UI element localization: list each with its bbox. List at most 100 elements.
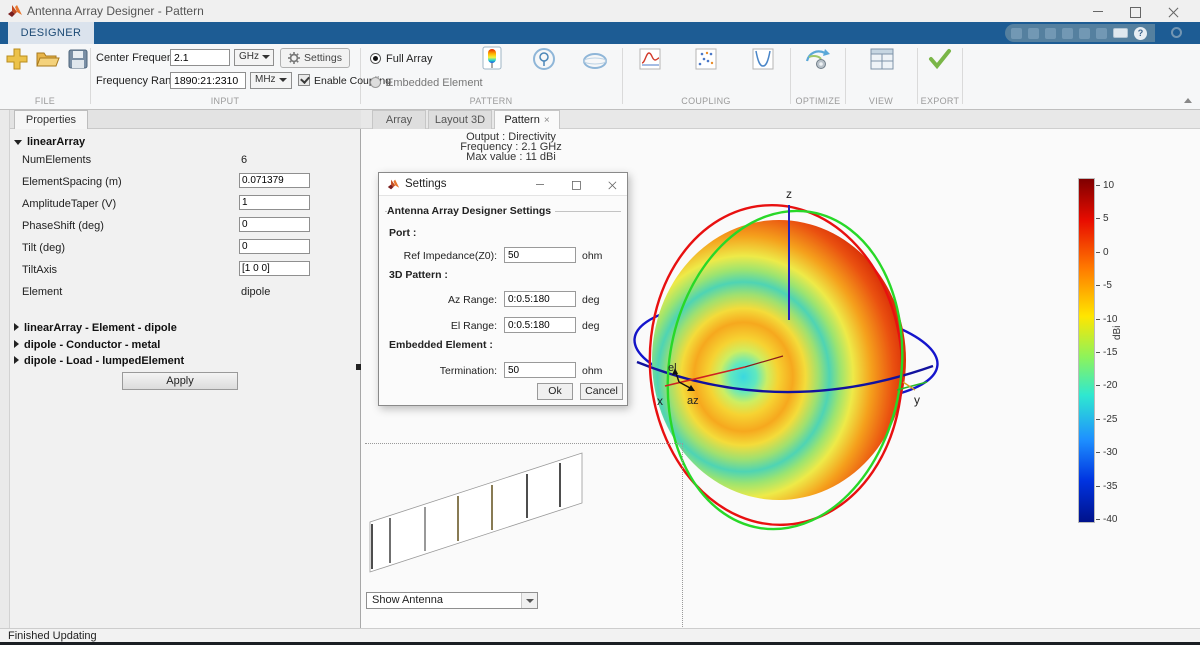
optimize-section-label: OPTIMIZE — [792, 96, 844, 106]
copy-icon[interactable] — [1045, 28, 1056, 39]
s-parameter-icon[interactable] — [752, 48, 774, 70]
full-array-radio[interactable] — [370, 53, 381, 64]
az-axis-label: az — [687, 395, 699, 407]
tilt-input[interactable] — [239, 239, 310, 254]
pattern-section-label: PATTERN — [426, 96, 556, 106]
embedded-element-radio[interactable] — [370, 77, 381, 88]
optimize-icon[interactable] — [805, 47, 831, 71]
az-range-input[interactable] — [504, 291, 576, 307]
property-label: Tilt (deg) — [22, 242, 65, 254]
load-lumpedelement-group-header[interactable]: dipole - Load - lumpedElement — [14, 355, 184, 367]
dialog-titlebar[interactable]: Settings — [379, 173, 627, 196]
export-icon[interactable] — [928, 48, 952, 70]
colorbar-tick: 10 — [1103, 180, 1114, 191]
antenna-array-preview[interactable] — [366, 448, 596, 583]
colorbar-tick: -35 — [1103, 481, 1117, 492]
property-value: dipole — [241, 286, 270, 298]
ref-impedance-label: Ref Impedance(Z0): — [385, 250, 497, 262]
conductor-metal-group-header[interactable]: dipole - Conductor - metal — [14, 339, 160, 351]
minimize-button[interactable] — [1081, 0, 1115, 22]
collapse-right-icon — [14, 356, 19, 364]
cut-icon[interactable] — [1028, 28, 1039, 39]
open-icon[interactable] — [36, 49, 60, 69]
dialog-maximize-button[interactable] — [563, 176, 589, 193]
el-range-input[interactable] — [504, 317, 576, 333]
matlab-logo-icon — [7, 3, 23, 19]
undo-icon[interactable] — [1079, 28, 1090, 39]
settings-button[interactable]: Settings — [280, 48, 350, 68]
colorbar-unit-label: dBi — [1112, 326, 1123, 340]
tab-array[interactable]: Array — [372, 110, 426, 129]
az-pattern-icon[interactable] — [531, 47, 557, 72]
coupling-section-label: COUPLING — [646, 96, 766, 106]
cancel-button[interactable]: Cancel — [580, 383, 623, 400]
status-bar: Finished Updating — [0, 628, 1200, 642]
radiation-pattern-3d-plot[interactable]: z el az x y — [615, 168, 965, 543]
center-frequency-input[interactable] — [170, 49, 230, 66]
pattern-output-info: Output : Directivity Frequency : 2.1 GHz… — [381, 132, 641, 162]
el-pattern-icon[interactable] — [581, 52, 609, 70]
element-dipole-group-header[interactable]: linearArray - Element - dipole — [14, 322, 177, 334]
save-icon[interactable] — [68, 49, 88, 69]
close-tab-icon[interactable] — [544, 112, 550, 130]
el-axis-label: el — [668, 362, 677, 374]
tab-pattern[interactable]: Pattern — [494, 110, 560, 129]
el-range-label: El Range: — [385, 320, 497, 332]
correlation-icon[interactable] — [695, 48, 717, 70]
dialog-close-button[interactable] — [599, 176, 625, 193]
apply-button[interactable]: Apply — [122, 372, 238, 390]
center-frequency-unit-dropdown[interactable]: GHz — [234, 49, 274, 66]
embedded-element-section-label: Embedded Element : — [389, 339, 493, 351]
redo-icon[interactable] — [1096, 28, 1107, 39]
tilt-axis-input[interactable] — [239, 261, 310, 276]
dropdown-caret-icon — [521, 593, 537, 608]
termination-label: Termination: — [385, 365, 497, 377]
paste-icon[interactable] — [1062, 28, 1073, 39]
panel-side-strip — [0, 110, 10, 628]
document-tabbar: Array Layout 3D Pattern — [361, 110, 1200, 129]
tab-layout-3d[interactable]: Layout 3D — [428, 110, 492, 129]
lineararray-group-header[interactable]: linearArray — [14, 136, 85, 148]
tab-designer[interactable]: DESIGNER — [8, 22, 94, 44]
termination-input[interactable] — [504, 362, 576, 378]
tab-properties[interactable]: Properties — [14, 110, 88, 129]
ribbon-strip: DESIGNER — [0, 22, 1200, 44]
save-icon[interactable] — [1011, 28, 1022, 39]
element-spacing-input[interactable] — [239, 173, 310, 188]
ok-button[interactable]: Ok — [537, 383, 573, 400]
gear-icon — [288, 52, 300, 64]
az-range-label: Az Range: — [385, 294, 497, 306]
preview-inset-border — [365, 443, 683, 444]
properties-panel: Properties linearArray NumElements 6 Ele… — [0, 110, 361, 628]
new-icon[interactable] — [6, 48, 28, 70]
window-title: Antenna Array Designer - Pattern — [27, 4, 204, 18]
colorbar-tick: -20 — [1103, 380, 1117, 391]
property-label: TiltAxis — [22, 264, 57, 276]
dialog-minimize-button[interactable] — [527, 176, 553, 193]
3d-pattern-icon[interactable] — [480, 46, 504, 72]
export-section-label: EXPORT — [914, 96, 966, 106]
quick-access-menu-icon[interactable] — [1171, 27, 1182, 38]
maximize-button[interactable] — [1118, 0, 1152, 22]
phase-shift-input[interactable] — [239, 217, 310, 232]
colorbar-tick: 5 — [1103, 213, 1109, 224]
keyboard-icon[interactable] — [1113, 28, 1128, 38]
frequency-range-unit-dropdown[interactable]: MHz — [250, 72, 292, 89]
default-layout-icon[interactable] — [870, 48, 894, 70]
y-axis-label: y — [914, 393, 920, 407]
property-value: 6 — [241, 154, 247, 166]
full-array-label: Full Array — [386, 53, 432, 65]
show-antenna-dropdown[interactable]: Show Antenna — [366, 592, 538, 609]
frequency-range-input[interactable] — [170, 72, 246, 89]
close-button[interactable] — [1156, 0, 1190, 22]
property-label: AmplitudeTaper (V) — [22, 198, 116, 210]
impedance-icon[interactable] — [639, 48, 661, 70]
property-label: ElementSpacing (m) — [22, 176, 122, 188]
termination-unit: ohm — [582, 365, 602, 377]
ref-impedance-input[interactable] — [504, 247, 576, 263]
help-icon[interactable] — [1134, 27, 1147, 40]
ref-impedance-unit: ohm — [582, 250, 602, 262]
ribbon-collapse-icon[interactable] — [1184, 98, 1192, 103]
amplitude-taper-input[interactable] — [239, 195, 310, 210]
enable-coupling-checkbox[interactable] — [298, 74, 310, 86]
